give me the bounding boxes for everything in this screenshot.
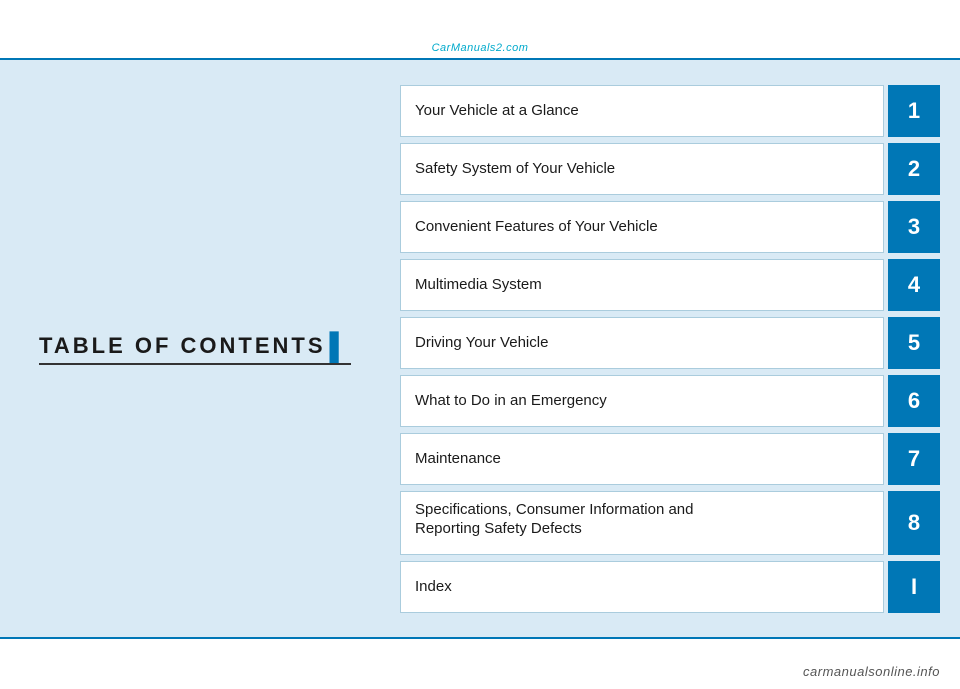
bottom-divider [0,637,960,639]
bottom-logo: carmanualsonline.info [803,664,940,679]
toc-item-8-line1: Specifications, Consumer Information and [415,500,693,520]
toc-title: TABLE OF CONTENTS ▌ [39,333,351,359]
toc-marker: ▌ [330,333,351,359]
watermark: CarManuals2.com [432,42,529,54]
toc-item-8-label[interactable]: Specifications, Consumer Information and… [400,491,884,555]
toc-item-index-label[interactable]: Index [400,561,884,613]
toc-item-7-label[interactable]: Maintenance [400,433,884,485]
toc-item-7-number[interactable]: 7 [888,433,940,485]
toc-item-index-number[interactable]: I [888,561,940,613]
toc-row-5[interactable]: Driving Your Vehicle 5 [400,317,940,369]
toc-row-6[interactable]: What to Do in an Emergency 6 [400,375,940,427]
toc-item-6-number[interactable]: 6 [888,375,940,427]
toc-row-7[interactable]: Maintenance 7 [400,433,940,485]
toc-item-5-label[interactable]: Driving Your Vehicle [400,317,884,369]
toc-item-3-number[interactable]: 3 [888,201,940,253]
toc-item-4-label[interactable]: Multimedia System [400,259,884,311]
toc-item-2-label[interactable]: Safety System of Your Vehicle [400,143,884,195]
right-panel: Your Vehicle at a Glance 1 Safety System… [390,60,960,637]
page-wrapper: CarManuals2.com TABLE OF CONTENTS ▌ Your… [0,0,960,689]
toc-row-1[interactable]: Your Vehicle at a Glance 1 [400,85,940,137]
toc-row-8[interactable]: Specifications, Consumer Information and… [400,491,940,555]
toc-item-1-label[interactable]: Your Vehicle at a Glance [400,85,884,137]
toc-item-6-label[interactable]: What to Do in an Emergency [400,375,884,427]
toc-underline [39,363,351,365]
toc-row-4[interactable]: Multimedia System 4 [400,259,940,311]
toc-row-index[interactable]: Index I [400,561,940,613]
toc-item-3-label[interactable]: Convenient Features of Your Vehicle [400,201,884,253]
toc-item-8-line2: Reporting Safety Defects [415,519,582,539]
toc-item-2-number[interactable]: 2 [888,143,940,195]
toc-item-4-number[interactable]: 4 [888,259,940,311]
toc-item-5-number[interactable]: 5 [888,317,940,369]
left-panel: TABLE OF CONTENTS ▌ [0,60,390,637]
toc-row-3[interactable]: Convenient Features of Your Vehicle 3 [400,201,940,253]
toc-row-2[interactable]: Safety System of Your Vehicle 2 [400,143,940,195]
toc-item-8-number[interactable]: 8 [888,491,940,555]
toc-item-1-number[interactable]: 1 [888,85,940,137]
